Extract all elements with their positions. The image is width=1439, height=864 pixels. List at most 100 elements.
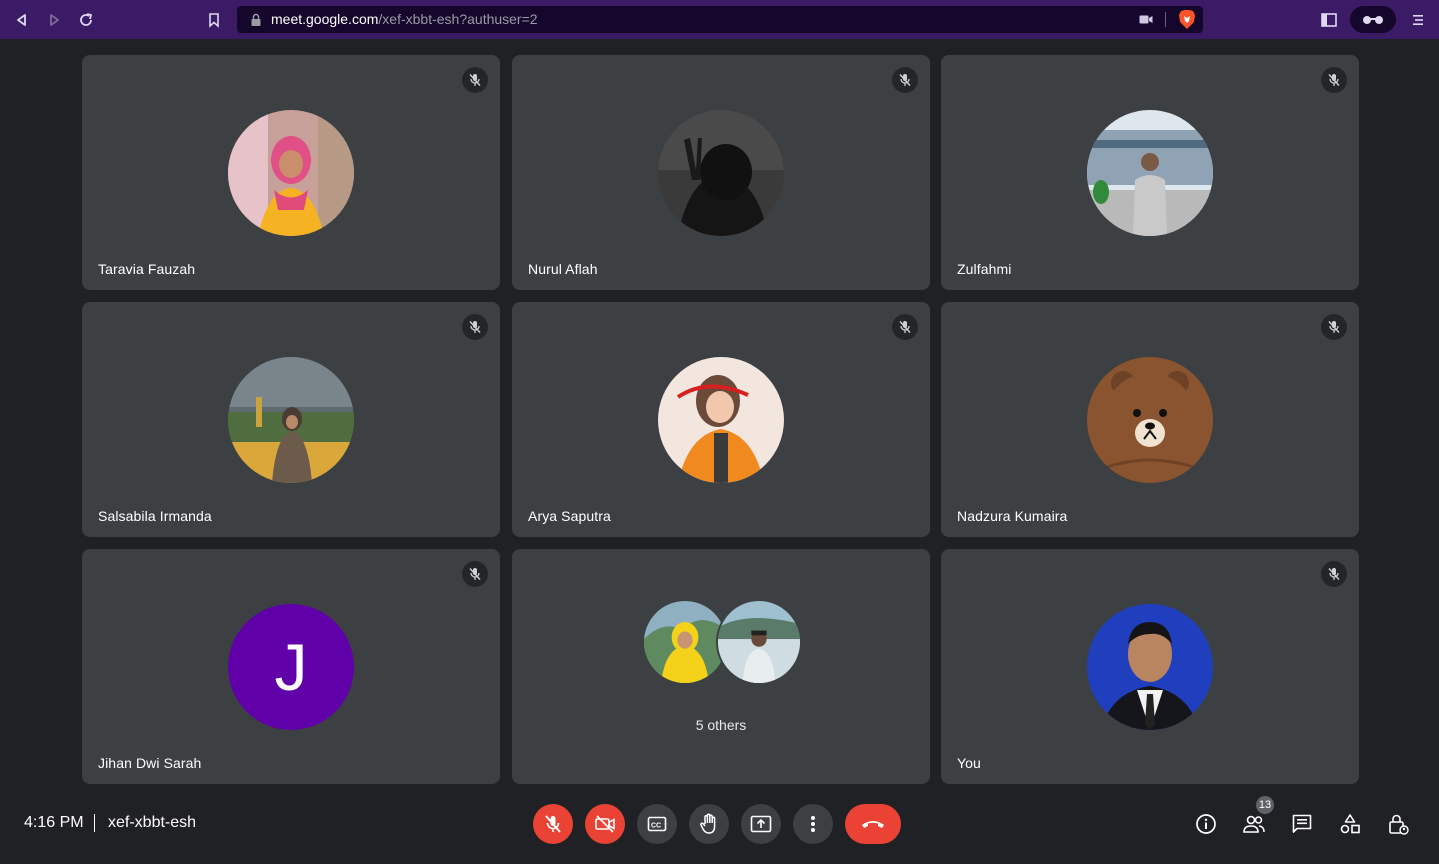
mic-off-icon [469, 321, 481, 333]
others-avatar-stack [642, 599, 802, 685]
mic-off-icon [469, 74, 481, 86]
participant-name: Nurul Aflah [528, 261, 598, 277]
activities-button[interactable] [1338, 812, 1362, 836]
mic-off-icon [469, 568, 481, 580]
hand-icon [700, 813, 716, 834]
self-avatar [1087, 604, 1213, 730]
mic-off-icon [899, 321, 911, 333]
present-screen-button[interactable] [741, 804, 781, 844]
closed-captions-icon: CC [647, 816, 667, 832]
sidebar-icon [1321, 13, 1337, 27]
back-icon [17, 14, 26, 26]
brave-shields-button[interactable] [1177, 9, 1197, 30]
participant-tile[interactable]: J Jihan Dwi Sarah [82, 549, 500, 784]
info-icon [1196, 814, 1216, 834]
chat-button[interactable] [1290, 812, 1314, 836]
hamburger-menu-icon [1413, 15, 1423, 25]
participant-name: Taravia Fauzah [98, 261, 196, 277]
browser-toolbar: meet.google.com/xef-xbbt-esh?authuser=2 [0, 0, 1439, 39]
muted-indicator [1321, 314, 1347, 340]
leave-call-button[interactable] [845, 804, 901, 844]
forward-button[interactable] [43, 9, 65, 31]
present-to-all-icon [750, 815, 772, 833]
self-tile[interactable]: You [941, 549, 1359, 784]
participant-photo [1087, 357, 1213, 483]
raise-hand-button[interactable] [689, 804, 729, 844]
muted-indicator [1321, 561, 1347, 587]
participant-tile[interactable]: Nurul Aflah [512, 55, 930, 290]
show-everyone-button[interactable] [1242, 812, 1266, 836]
participant-name: Jihan Dwi Sarah [98, 755, 202, 771]
participant-tile[interactable]: Nadzura Kumaira [941, 302, 1359, 537]
muted-indicator [892, 314, 918, 340]
captions-button[interactable]: CC [637, 804, 677, 844]
participant-photo [658, 110, 784, 236]
participant-tile[interactable]: Zulfahmi [941, 55, 1359, 290]
muted-indicator [1321, 67, 1347, 93]
participant-avatar [1087, 110, 1213, 236]
host-controls-button[interactable] [1386, 812, 1410, 836]
muted-indicator [462, 67, 488, 93]
participant-tile[interactable]: Arya Saputra [512, 302, 930, 537]
brave-lion-icon [1179, 10, 1195, 29]
meeting-details-button[interactable] [1194, 812, 1218, 836]
participant-count-badge: 13 [1256, 796, 1274, 814]
muted-indicator [462, 561, 488, 587]
participant-name: Salsabila Irmanda [98, 508, 212, 524]
participant-name: You [957, 755, 981, 771]
participant-avatar [658, 110, 784, 236]
forward-icon [50, 14, 59, 26]
back-button[interactable] [11, 9, 33, 31]
participant-photo [658, 357, 784, 483]
participant-photo [228, 110, 354, 236]
meeting-code: xef-xbbt-esh [108, 814, 197, 831]
other-participant-avatar [716, 599, 802, 685]
others-count-label: 5 others [695, 717, 747, 733]
participant-photo [1087, 604, 1213, 730]
participant-name: Arya Saputra [528, 508, 611, 524]
incognito-glasses-icon [1363, 15, 1383, 24]
participant-tile[interactable]: Salsabila Irmanda [82, 302, 500, 537]
address-bar[interactable]: meet.google.com/xef-xbbt-esh?authuser=2 [237, 6, 1203, 33]
meeting-info-divider [94, 814, 95, 832]
mic-off-icon [1328, 568, 1340, 580]
muted-indicator [892, 67, 918, 93]
more-options-button[interactable] [793, 804, 833, 844]
private-window-button[interactable] [1350, 6, 1396, 33]
hang-up-icon [862, 821, 884, 828]
url-host: meet.google.com [271, 11, 379, 27]
reload-button[interactable] [75, 9, 97, 31]
participant-initial-avatar: J [228, 604, 354, 730]
activities-shapes-icon [1340, 814, 1360, 834]
sidebar-toggle-button[interactable] [1318, 9, 1340, 31]
camera-in-use-icon [1139, 15, 1153, 24]
participant-photo [718, 601, 800, 683]
bookmark-button[interactable] [203, 9, 225, 31]
people-icon [1243, 815, 1265, 833]
lock-person-icon [1389, 814, 1409, 835]
others-tile[interactable]: 5 others [512, 549, 930, 784]
meeting-time: 4:16 PM [24, 814, 84, 831]
participant-avatar [1087, 357, 1213, 483]
browser-menu-button[interactable] [1407, 9, 1429, 31]
url-text: meet.google.com/xef-xbbt-esh?authuser=2 [271, 11, 538, 27]
participant-tile[interactable]: Taravia Fauzah [82, 55, 500, 290]
participant-photo [1087, 110, 1213, 236]
url-path: /xef-xbbt-esh?authuser=2 [378, 11, 538, 27]
toggle-camera-button[interactable] [585, 804, 625, 844]
svg-text:CC: CC [651, 823, 661, 830]
address-divider [1165, 12, 1166, 27]
more-vertical-icon [811, 816, 815, 832]
bookmark-icon [209, 13, 219, 28]
mic-off-icon [545, 815, 561, 833]
lock-icon [251, 13, 261, 26]
mic-off-icon [1328, 321, 1340, 333]
reload-icon [80, 13, 93, 26]
participant-name: Nadzura Kumaira [957, 508, 1068, 524]
mic-off-icon [899, 74, 911, 86]
participant-avatar [658, 357, 784, 483]
participant-avatar [228, 357, 354, 483]
participant-photo [644, 601, 726, 683]
mic-off-icon [1328, 74, 1340, 86]
toggle-microphone-button[interactable] [533, 804, 573, 844]
